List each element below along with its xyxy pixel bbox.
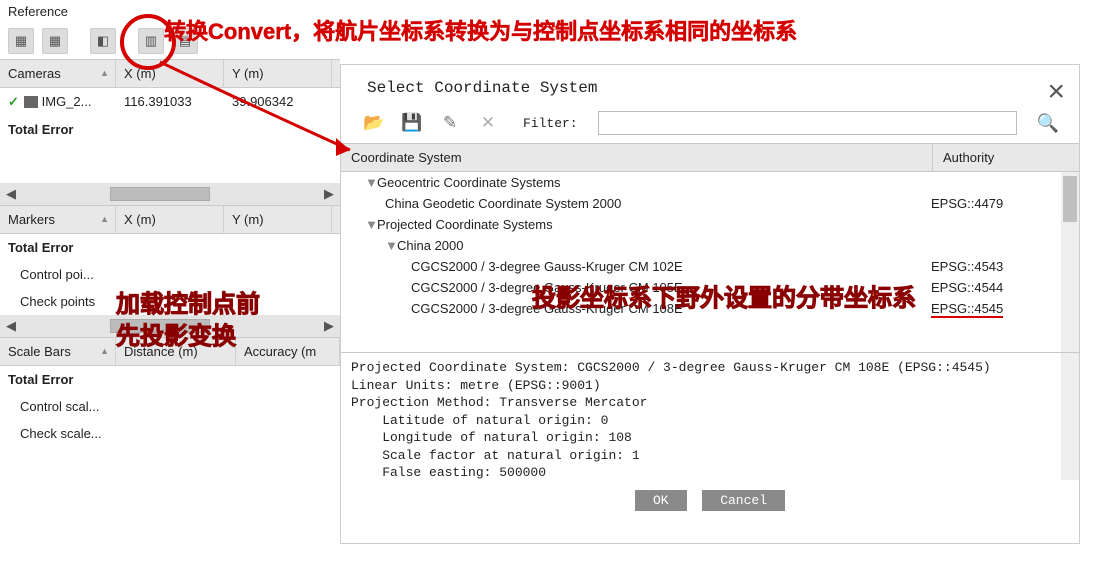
col-cameras[interactable]: Cameras ▲: [0, 60, 116, 87]
cameras-hscroll[interactable]: ◀ ▶: [0, 183, 340, 205]
item-auth: EPSG::4479: [931, 196, 1041, 211]
check-icon: ✓: [8, 94, 22, 110]
sort-icon: ▲: [100, 346, 109, 356]
tree-item-102e[interactable]: CGCS2000 / 3-degree Gauss-Kruger CM 102E…: [341, 256, 1079, 277]
col-coordinate-system[interactable]: Coordinate System: [341, 144, 933, 171]
detail-line: Projected Coordinate System: CGCS2000 / …: [351, 360, 991, 375]
dialog-title: Select Coordinate System: [341, 65, 1079, 105]
cameras-total: Total Error: [0, 116, 340, 143]
subgroup-label: China 2000: [397, 238, 464, 253]
detail-line: Scale factor at natural origin: 1: [351, 448, 640, 463]
tb-sep: [124, 28, 130, 54]
vscroll-thumb[interactable]: [1063, 176, 1077, 222]
col-scalebars[interactable]: Scale Bars ▲: [0, 338, 116, 365]
annotation-left2: 先投影变换: [116, 316, 236, 351]
check-points-label: Check points: [0, 292, 103, 311]
check-scale-label: Check scale...: [0, 424, 110, 443]
convert-icon[interactable]: ▥: [138, 28, 164, 54]
annotation-mid: 投影坐标系下野外设置的分带坐标系: [532, 278, 916, 313]
group-label: Geocentric Coordinate Systems: [377, 175, 561, 190]
col-label: Scale Bars: [8, 344, 71, 359]
delete-icon[interactable]: ✕: [475, 111, 501, 135]
detail-line: Projection Method: Transverse Mercator: [351, 395, 647, 410]
tree-group-geocentric[interactable]: ▼Geocentric Coordinate Systems: [341, 172, 1079, 193]
tree-group-projected[interactable]: ▼Projected Coordinate Systems: [341, 214, 1079, 235]
tb-icon-1[interactable]: ▦: [8, 28, 34, 54]
cancel-button[interactable]: Cancel: [702, 490, 785, 511]
col-label: Cameras: [8, 66, 61, 81]
control-points-label: Control poi...: [0, 265, 102, 284]
filter-input[interactable]: [598, 111, 1017, 135]
chevron-down-icon: ▼: [385, 238, 397, 253]
item-auth: EPSG::4544: [931, 280, 1041, 295]
tb-icon-2[interactable]: ▦: [42, 28, 68, 54]
scroll-right-icon[interactable]: ▶: [320, 186, 338, 202]
image-icon: [24, 96, 38, 108]
control-scale-label: Control scal...: [0, 397, 107, 416]
col-x[interactable]: X (m): [116, 206, 224, 233]
camera-row[interactable]: ✓ IMG_2... 116.391033 39.906342: [0, 88, 340, 116]
col-authority[interactable]: Authority: [933, 144, 1079, 171]
chevron-down-icon: ▼: [365, 175, 377, 190]
col-label: Markers: [8, 212, 55, 227]
tree-header: Coordinate System Authority: [341, 143, 1079, 172]
col-x[interactable]: X (m): [116, 60, 224, 87]
detail-line: Linear Units: metre (EPSG::9001): [351, 378, 601, 393]
crs-detail: Projected Coordinate System: CGCS2000 / …: [341, 352, 1079, 480]
group-label: Projected Coordinate Systems: [377, 217, 553, 232]
cameras-header: Cameras ▲ X (m) Y (m): [0, 59, 340, 88]
save-icon[interactable]: 💾: [399, 111, 425, 135]
total-error-label: Total Error: [0, 120, 82, 139]
detail-line: Latitude of natural origin: 0: [351, 413, 608, 428]
scalebars-total: Total Error: [0, 370, 82, 389]
scalebars-check-row[interactable]: Check scale...: [0, 420, 340, 447]
detail-line: Longitude of natural origin: 108: [351, 430, 632, 445]
col-y[interactable]: Y (m): [224, 206, 332, 233]
tree-vscroll[interactable]: [1061, 172, 1079, 352]
scalebars-control-row[interactable]: Control scal...: [0, 393, 340, 420]
tree-item-china-geodetic[interactable]: China Geodetic Coordinate System 2000 EP…: [341, 193, 1079, 214]
ok-button[interactable]: OK: [635, 490, 687, 511]
tb-sep: [76, 28, 82, 54]
col-markers[interactable]: Markers ▲: [0, 206, 116, 233]
sort-icon: ▲: [100, 68, 109, 78]
scroll-left-icon[interactable]: ◀: [2, 318, 20, 334]
chevron-down-icon: ▼: [365, 217, 377, 232]
annotation-top: 转换Convert，将航片坐标系转换为与控制点坐标系相同的坐标系: [164, 14, 797, 46]
camera-y: 39.906342: [224, 92, 332, 112]
open-icon[interactable]: 📂: [361, 111, 387, 135]
scroll-left-icon[interactable]: ◀: [2, 186, 20, 202]
tb-icon-3[interactable]: ◧: [90, 28, 116, 54]
sort-icon: ▲: [100, 214, 109, 224]
camera-x: 116.391033: [116, 92, 224, 112]
detail-line: False easting: 500000: [351, 465, 546, 480]
markers-header: Markers ▲ X (m) Y (m): [0, 205, 340, 234]
markers-total: Total Error: [0, 238, 82, 257]
scroll-thumb[interactable]: [110, 187, 210, 201]
edit-icon[interactable]: ✎: [437, 111, 463, 135]
search-icon[interactable]: 🔍: [1037, 113, 1059, 134]
annotation-left1: 加载控制点前: [116, 284, 260, 319]
filter-label: Filter:: [523, 116, 578, 131]
close-icon[interactable]: ×: [1047, 75, 1065, 109]
item-auth: EPSG::4543: [931, 259, 1041, 274]
item-auth: EPSG::4545: [931, 301, 1003, 318]
scroll-right-icon[interactable]: ▶: [320, 318, 338, 334]
detail-vscroll[interactable]: [1061, 353, 1079, 480]
camera-name: IMG_2...: [42, 94, 92, 109]
tree-subgroup-china2000[interactable]: ▼China 2000: [341, 235, 1079, 256]
item-label: CGCS2000 / 3-degree Gauss-Kruger CM 102E: [411, 259, 683, 274]
col-accuracy[interactable]: Accuracy (m: [236, 338, 340, 365]
col-y[interactable]: Y (m): [224, 60, 332, 87]
item-label: China Geodetic Coordinate System 2000: [385, 196, 621, 211]
